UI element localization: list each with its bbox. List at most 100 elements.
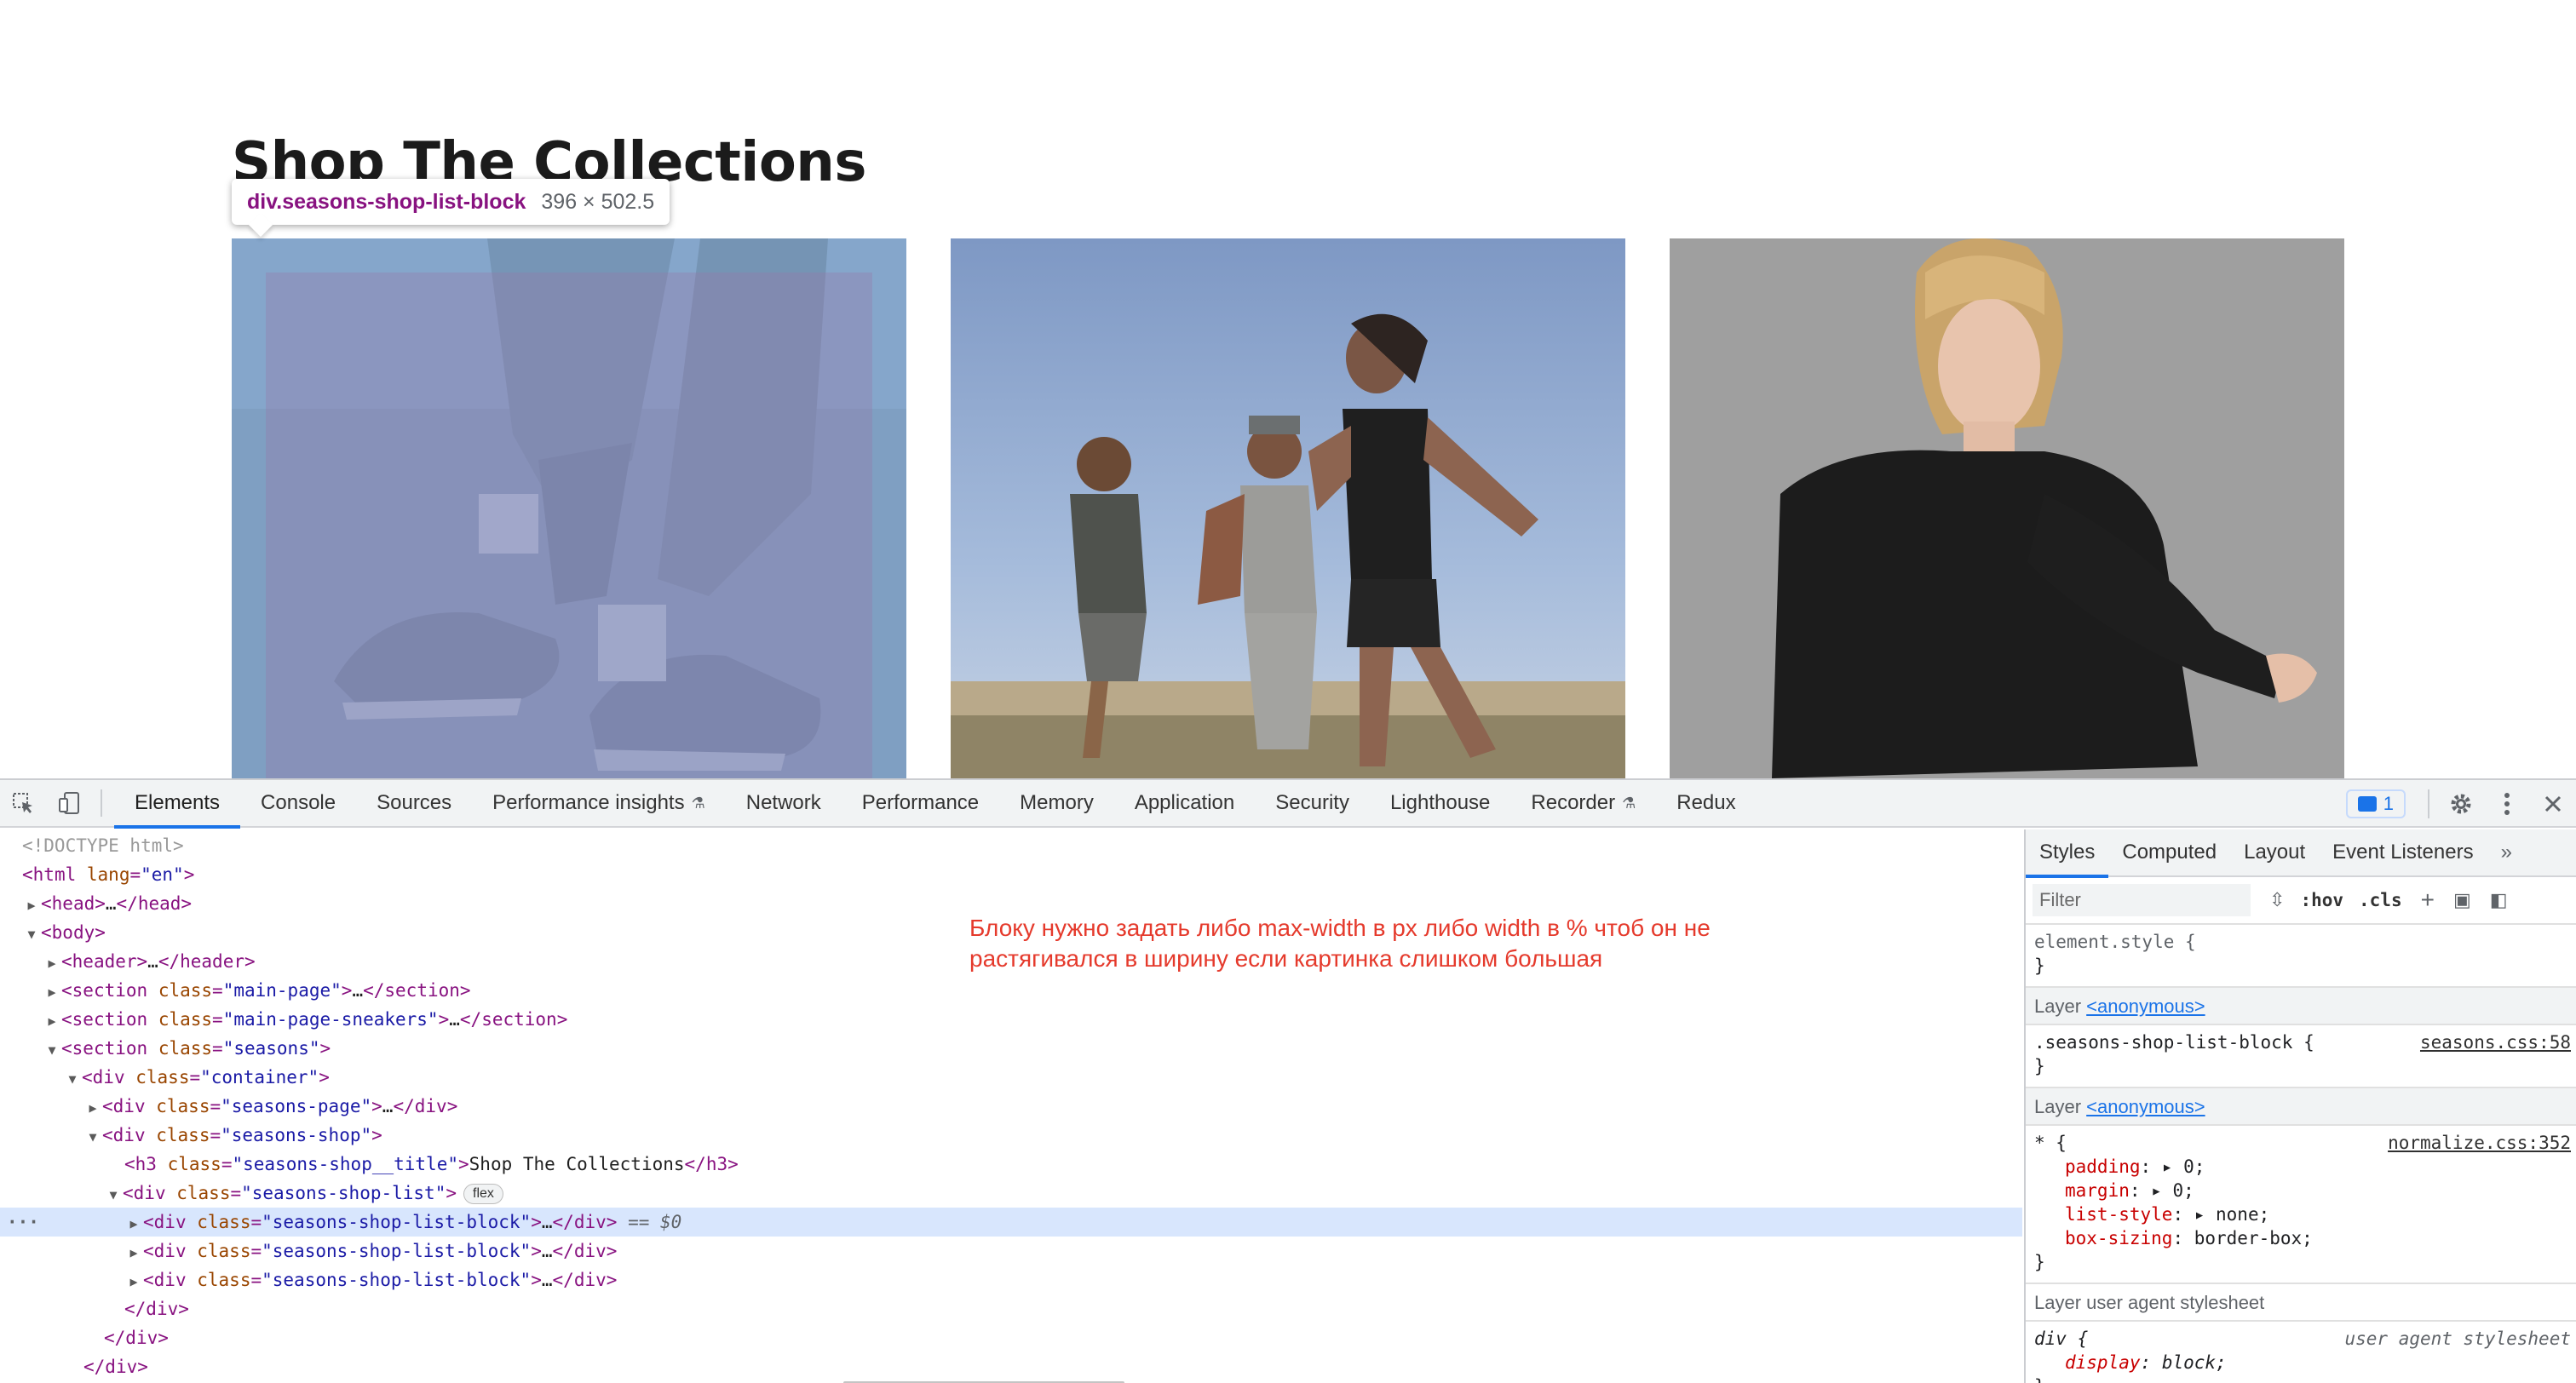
expand-triangle-icon[interactable]: ▶ — [22, 891, 41, 920]
dom-node-section-main-page-sneakers[interactable]: ▶ <section class="main-page-sneakers">…</… — [0, 1005, 2022, 1034]
cursor-select-icon[interactable] — [0, 780, 46, 826]
layer-label: Layer user agent stylesheet — [2034, 1292, 2265, 1313]
property-value: 0; — [2172, 1180, 2194, 1201]
flex-badge[interactable]: flex — [463, 1184, 503, 1204]
tab-lighthouse[interactable]: Lighthouse — [1370, 779, 1510, 827]
tab-console[interactable]: Console — [240, 779, 356, 827]
black-shirt-image[interactable] — [1670, 238, 2344, 778]
attr-value: "main-page-sneakers" — [222, 1009, 439, 1030]
class-toggle-button[interactable]: .cls — [2359, 890, 2402, 910]
ellipsis: … — [147, 951, 158, 972]
issues-button[interactable]: 1 — [2345, 789, 2406, 818]
tab-network[interactable]: Network — [726, 779, 842, 827]
tab-computed[interactable]: Computed — [2108, 829, 2230, 876]
dom-tree[interactable]: <!DOCTYPE html> <html lang="en"> ▶ <head>… — [0, 829, 2022, 1383]
tag-name: html — [32, 864, 77, 885]
dom-node-close-div[interactable]: </div> — [0, 1352, 2022, 1381]
dom-node-section-seasons[interactable]: ▼ <section class="seasons"> — [0, 1034, 2022, 1063]
dom-node-div-seasons-shop-list[interactable]: ▼ <div class="seasons-shop-list"> flex — [0, 1179, 2022, 1208]
hover-state-button[interactable]: :hov — [2300, 890, 2343, 910]
dom-node-h3-title[interactable]: <h3 class="seasons-shop__title">Shop The… — [0, 1150, 2022, 1179]
tag-name: div — [92, 1067, 125, 1087]
dom-node-div-seasons-shop[interactable]: ▼ <div class="seasons-shop"> — [0, 1121, 2022, 1150]
declaration[interactable]: list-style: ▸ none; — [2034, 1202, 2567, 1226]
dom-node-div-container[interactable]: ▼ <div class="container"> — [0, 1063, 2022, 1092]
expand-triangle-icon[interactable]: ▶ — [124, 1267, 143, 1296]
expand-triangle-icon[interactable]: ▶ — [43, 1007, 61, 1036]
ua-layer-header: Layer user agent stylesheet — [2026, 1284, 2576, 1322]
expand-triangle-icon[interactable]: ▶ — [124, 1238, 143, 1267]
dom-node-close-div[interactable]: </div> — [0, 1323, 2022, 1352]
element-style-rule[interactable]: element.style { } — [2026, 925, 2576, 988]
tab-performance[interactable]: Performance — [842, 779, 999, 827]
expand-triangle-icon[interactable]: ▶ — [43, 978, 61, 1007]
rule-source-link[interactable]: seasons.css:58 — [2420, 1030, 2571, 1054]
expand-triangle-icon[interactable]: ▶ — [83, 1093, 102, 1122]
tag-name: h3 — [705, 1154, 728, 1174]
expand-triangle-icon[interactable]: ▶ — [124, 1209, 143, 1238]
collapse-triangle-icon[interactable]: ▼ — [22, 920, 41, 949]
sidebar-toggle-icon[interactable]: ◧ — [2490, 889, 2508, 911]
plus-icon[interactable]: + — [2421, 887, 2435, 914]
tab-label: Performance — [861, 791, 980, 814]
tab-elements[interactable]: Elements — [114, 779, 241, 829]
more-vertical-icon[interactable] — [2484, 781, 2530, 827]
tab-styles[interactable]: Styles — [2026, 829, 2109, 878]
styles-filter-input[interactable] — [2033, 884, 2251, 916]
universal-rule[interactable]: * { normalize.css:352 padding: ▸ 0; marg… — [2026, 1126, 2576, 1284]
dom-node-html[interactable]: <html lang="en"> — [0, 860, 2022, 889]
rule-source-link[interactable]: normalize.css:352 — [2388, 1131, 2571, 1155]
dom-node-doctype[interactable]: <!DOCTYPE html> — [0, 831, 2022, 860]
gear-icon[interactable] — [2438, 781, 2484, 827]
styles-tabbar: Styles Computed Layout Event Listeners » — [2026, 829, 2576, 878]
tab-security[interactable]: Security — [1255, 779, 1370, 827]
attr-value: "seasons-page" — [221, 1096, 372, 1116]
dom-node-list-block-selected[interactable]: ··· ▶ <div class="seasons-shop-list-block"… — [0, 1208, 2022, 1237]
tag-name: body — [51, 922, 95, 943]
tab-layout[interactable]: Layout — [2230, 829, 2319, 876]
tab-performance-insights[interactable]: Performance insights ⚗ — [472, 779, 726, 827]
layer-anonymous-link[interactable]: <anonymous> — [2086, 1096, 2205, 1117]
dom-node-div-seasons-page[interactable]: ▶ <div class="seasons-page">…</div> — [0, 1092, 2022, 1121]
device-toggle-icon[interactable] — [46, 780, 92, 826]
attr-name: class — [197, 1241, 251, 1261]
paint-brush-icon[interactable]: ▣ — [2453, 889, 2471, 911]
ua-div-rule[interactable]: div { user agent stylesheet display: blo… — [2026, 1322, 2576, 1383]
seasons-shop-list-block-rule[interactable]: .seasons-shop-list-block { seasons.css:5… — [2026, 1025, 2576, 1088]
collapse-triangle-icon[interactable]: ▼ — [83, 1122, 102, 1151]
tab-application[interactable]: Application — [1114, 779, 1255, 827]
layer-anonymous-link[interactable]: <anonymous> — [2086, 996, 2205, 1017]
declaration[interactable]: padding: ▸ 0; — [2034, 1155, 2567, 1179]
ellipsis: … — [541, 1212, 553, 1232]
tooltip-element-size: 396 × 502.5 — [541, 189, 655, 214]
tab-redux[interactable]: Redux — [1656, 779, 1756, 827]
tag-name: header — [72, 951, 137, 972]
collapse-triangle-icon[interactable]: ▼ — [43, 1036, 61, 1065]
tag-name: div — [146, 1299, 179, 1319]
close-icon[interactable] — [2530, 781, 2576, 827]
attr-name: class — [176, 1183, 231, 1203]
dom-node-list-block[interactable]: ▶ <div class="seasons-shop-list-block">…<… — [0, 1265, 2022, 1294]
declaration[interactable]: margin: ▸ 0; — [2034, 1179, 2567, 1202]
more-tabs-chevron-icon[interactable]: » — [2487, 829, 2526, 876]
flask-icon: ⚗ — [691, 794, 705, 812]
expand-triangle-icon[interactable]: ▶ — [43, 949, 61, 978]
layers-toggle-icon[interactable]: ⇳ — [2269, 889, 2285, 911]
ellipsis: … — [382, 1096, 394, 1116]
collapse-triangle-icon[interactable]: ▼ — [104, 1180, 123, 1209]
tab-event-listeners[interactable]: Event Listeners — [2319, 829, 2487, 876]
dom-node-list-block[interactable]: ▶ <div class="seasons-shop-list-block">…<… — [0, 1237, 2022, 1265]
dom-node-section-main-page[interactable]: ▶ <section class="main-page">…</section> — [0, 976, 2022, 1005]
tab-memory[interactable]: Memory — [999, 779, 1114, 827]
tab-recorder[interactable]: Recorder ⚗ — [1510, 779, 1656, 827]
dom-node-close-div[interactable]: </div> — [0, 1294, 2022, 1323]
black-shirt-illustration — [1670, 238, 2344, 778]
attr-name: class — [156, 1125, 210, 1145]
tab-sources[interactable]: Sources — [356, 779, 472, 827]
declaration[interactable]: box-sizing: border-box; — [2034, 1226, 2567, 1250]
collapse-triangle-icon[interactable]: ▼ — [63, 1065, 82, 1093]
runners-image[interactable] — [951, 238, 1625, 778]
rule-selector: element.style { — [2034, 932, 2196, 952]
more-dots-icon[interactable]: ··· — [7, 1208, 39, 1237]
tab-label: Styles — [2039, 841, 2096, 864]
